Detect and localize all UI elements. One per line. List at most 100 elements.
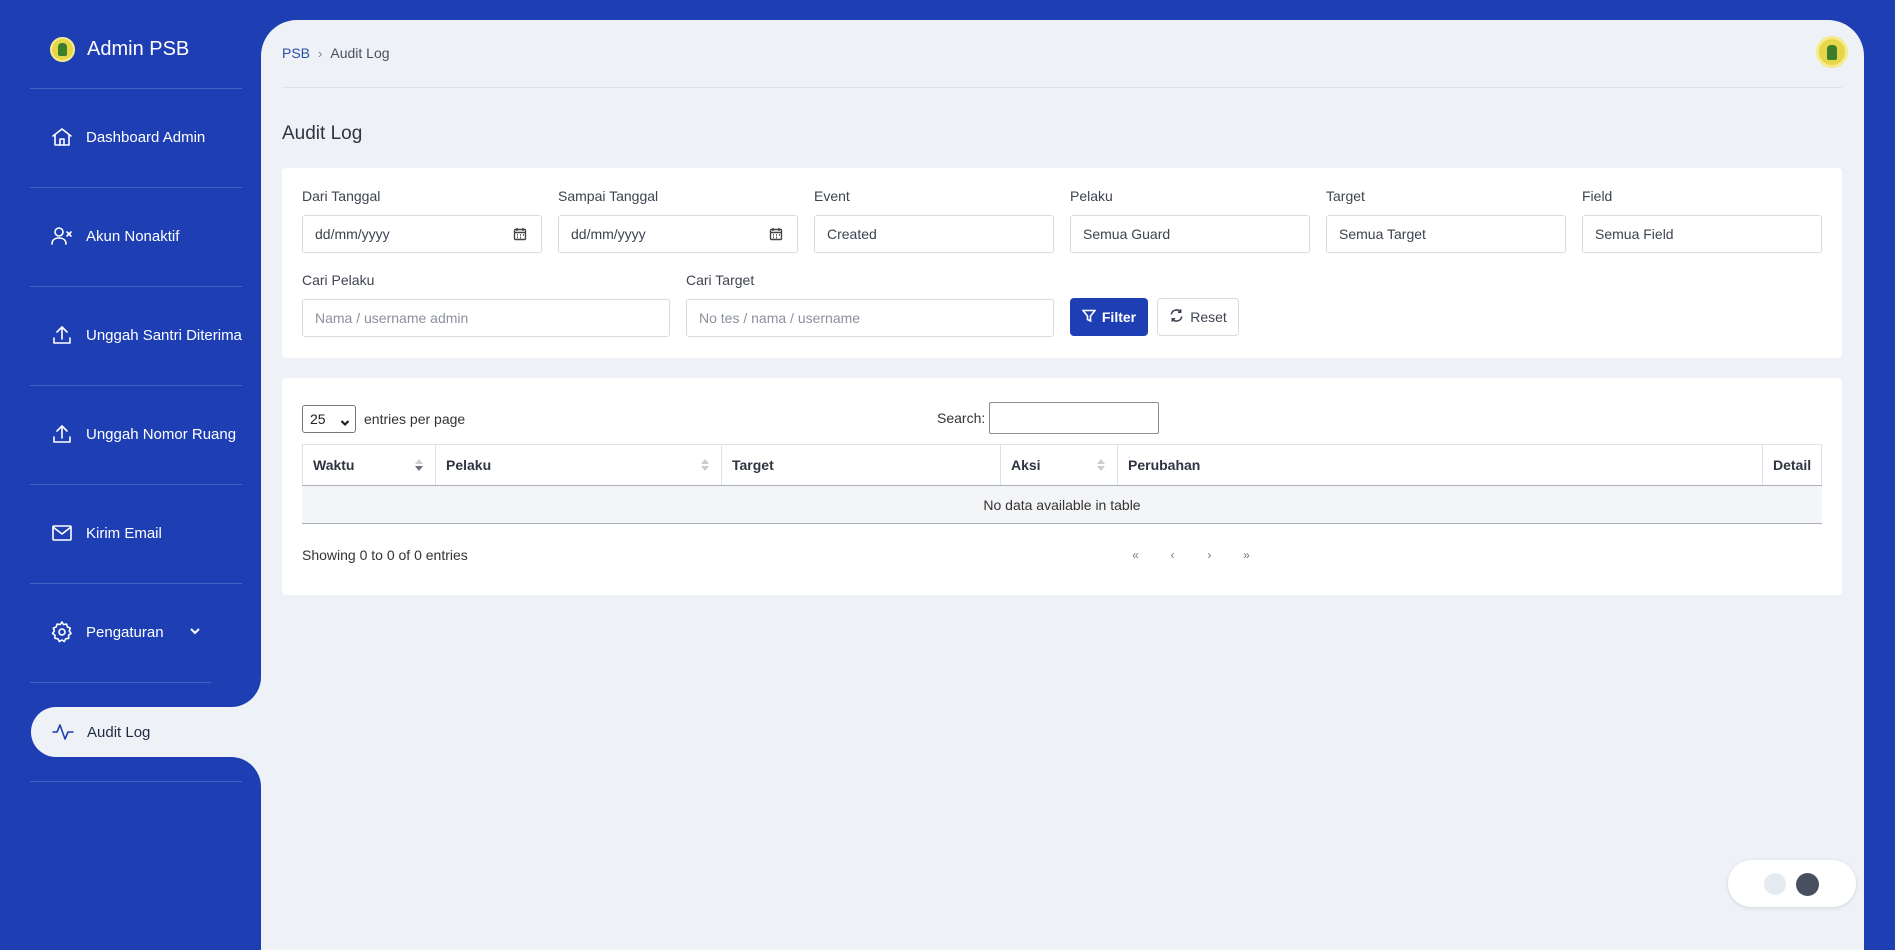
dari-tanggal-placeholder: dd/mm/yyyy <box>315 226 390 242</box>
sort-desc-icon <box>415 459 423 471</box>
table-empty-row: No data available in table <box>302 486 1822 524</box>
sidebar-item-label: Dashboard Admin <box>86 128 206 146</box>
filter-dari-tanggal: Dari Tanggal dd/mm/yyyy <box>302 188 542 253</box>
column-label: Perubahan <box>1128 457 1201 473</box>
column-header-perubahan: Perubahan <box>1118 445 1763 485</box>
breadcrumb-current: Audit Log <box>330 45 390 61</box>
dark-mode-icon[interactable] <box>1796 873 1819 896</box>
brand-logo <box>50 36 75 62</box>
nav-divider <box>30 583 242 584</box>
pelaku-label: Pelaku <box>1070 188 1113 204</box>
search-input[interactable] <box>989 402 1159 434</box>
column-header-waktu[interactable]: Waktu <box>302 445 436 485</box>
chevron-right-icon: › <box>318 45 323 61</box>
user-x-icon <box>50 224 74 248</box>
column-header-detail: Detail <box>1763 445 1822 485</box>
sidebar: Admin PSB Dashboard Admin Akun Nonaktif … <box>0 0 261 950</box>
column-label: Target <box>732 457 774 473</box>
field-label: Field <box>1582 188 1613 204</box>
cari-pelaku-input[interactable]: Nama / username admin <box>302 299 670 337</box>
dari-tanggal-label: Dari Tanggal <box>302 188 381 204</box>
reset-button[interactable]: Reset <box>1157 298 1239 336</box>
sort-icon <box>1097 459 1105 471</box>
event-select[interactable]: Created <box>814 215 1054 253</box>
activity-icon <box>51 720 75 744</box>
filter-event: Event Created <box>814 188 1054 253</box>
cari-target-label: Cari Target <box>686 272 755 288</box>
column-header-pelaku[interactable]: Pelaku <box>436 445 722 485</box>
sidebar-item-pengaturan[interactable]: Pengaturan <box>30 607 242 657</box>
target-select[interactable]: Semua Target <box>1326 215 1566 253</box>
sidebar-item-dashboard-admin[interactable]: Dashboard Admin <box>30 112 242 162</box>
pagination: « ‹ › » <box>1117 548 1265 562</box>
upload-icon <box>50 323 74 347</box>
sidebar-item-label: Akun Nonaktif <box>86 227 180 245</box>
search-label: Search: <box>937 410 986 426</box>
sampai-tanggal-input[interactable]: dd/mm/yyyy <box>558 215 798 253</box>
nav-divider <box>30 781 242 782</box>
active-curve-bottom <box>211 757 261 787</box>
pager-last-button[interactable]: » <box>1228 548 1265 562</box>
chevron-down-icon <box>188 624 202 642</box>
page-length-select[interactable]: 25 <box>302 405 356 433</box>
cari-target-input[interactable]: No tes / nama / username <box>686 299 1054 337</box>
chevron-down-icon <box>340 415 350 431</box>
avatar[interactable] <box>1816 36 1848 68</box>
mail-icon <box>50 521 74 545</box>
filter-field: Field Semua Field <box>1582 188 1822 253</box>
filter-icon <box>1081 309 1097 326</box>
table-info: Showing 0 to 0 of 0 entries <box>302 547 468 563</box>
main-content: PSB › Audit Log Audit Log Dari Tanggal d… <box>261 20 1864 950</box>
nav-divider <box>30 286 242 287</box>
filter-cari-pelaku: Cari Pelaku Nama / username admin <box>302 272 670 337</box>
sidebar-item-label: Unggah Nomor Ruang <box>86 425 237 443</box>
column-label: Waktu <box>313 457 355 473</box>
field-select[interactable]: Semua Field <box>1582 215 1822 253</box>
target-label: Target <box>1326 188 1365 204</box>
sidebar-item-unggah-santri-diterima[interactable]: Unggah Santri Diterima <box>30 310 242 360</box>
pager-prev-button[interactable]: ‹ <box>1154 548 1191 562</box>
sidebar-item-label: Unggah Santri Diterima <box>86 326 242 344</box>
calendar-icon[interactable] <box>769 227 783 244</box>
column-label: Pelaku <box>446 457 492 473</box>
column-label: Aksi <box>1011 457 1041 473</box>
breadcrumb: PSB › Audit Log <box>282 45 390 61</box>
filter-target: Target Semua Target <box>1326 188 1566 253</box>
filter-cari-target: Cari Target No tes / nama / username <box>686 272 1054 337</box>
dari-tanggal-input[interactable]: dd/mm/yyyy <box>302 215 542 253</box>
active-curve-top <box>211 677 261 707</box>
brand-title: Admin PSB <box>87 37 190 60</box>
gear-icon <box>50 620 74 644</box>
table-header: Waktu Pelaku Target Aksi Perubahan Detai… <box>302 444 1822 486</box>
page-length-label: entries per page <box>364 411 466 427</box>
nav-divider <box>30 484 242 485</box>
column-header-target: Target <box>722 445 1001 485</box>
light-mode-icon[interactable] <box>1764 873 1786 895</box>
column-label: Detail <box>1773 457 1812 473</box>
sidebar-item-unggah-nomor-ruang[interactable]: Unggah Nomor Ruang <box>30 409 242 459</box>
brand: Admin PSB <box>50 36 189 62</box>
filter-button-label: Filter <box>1101 309 1137 325</box>
pelaku-select[interactable]: Semua Guard <box>1070 215 1310 253</box>
audit-table: Waktu Pelaku Target Aksi Perubahan Detai… <box>302 444 1822 524</box>
calendar-icon[interactable] <box>513 227 527 244</box>
sidebar-item-akun-nonaktif[interactable]: Akun Nonaktif <box>30 211 242 261</box>
sidebar-item-kirim-email[interactable]: Kirim Email <box>30 508 242 558</box>
sidebar-item-audit-log[interactable]: Audit Log <box>31 707 261 757</box>
sort-icon <box>701 459 709 471</box>
column-header-aksi[interactable]: Aksi <box>1001 445 1118 485</box>
sidebar-item-label: Pengaturan <box>86 623 164 641</box>
nav-divider <box>30 187 242 188</box>
event-label: Event <box>814 188 850 204</box>
reset-button-label: Reset <box>1190 309 1227 325</box>
pager-first-button[interactable]: « <box>1117 548 1154 562</box>
pager-next-button[interactable]: › <box>1191 548 1228 562</box>
filter-sampai-tanggal: Sampai Tanggal dd/mm/yyyy <box>558 188 798 253</box>
theme-toggle[interactable] <box>1728 860 1856 907</box>
audit-table-card: 25 entries per page Search: Waktu Pelaku <box>282 378 1842 595</box>
breadcrumb-root-link[interactable]: PSB <box>282 45 310 61</box>
sidebar-item-label: Kirim Email <box>86 524 162 542</box>
filter-button[interactable]: Filter <box>1070 298 1148 336</box>
page-title: Audit Log <box>282 123 363 144</box>
refresh-icon <box>1169 308 1184 326</box>
